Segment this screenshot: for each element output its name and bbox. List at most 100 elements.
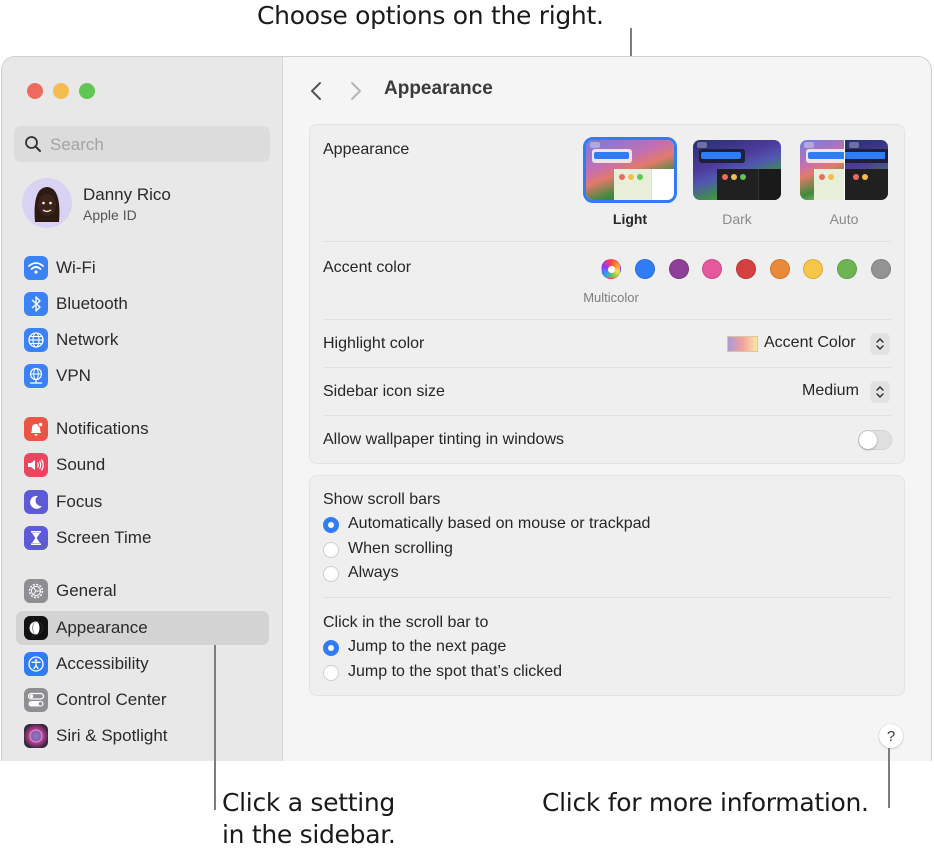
appearance-option-light[interactable] — [583, 137, 677, 203]
auto-mode-preview-icon — [800, 140, 888, 200]
leader-line-sidebar — [214, 645, 216, 810]
sidebar-item-label: General — [56, 581, 117, 600]
scroll-bar-settings-group: Show scroll bars Automatically based on … — [309, 475, 905, 696]
bell-icon — [24, 417, 48, 441]
callout-click-setting-line1: Click a setting — [222, 788, 395, 817]
user-name: Danny Rico — [83, 185, 171, 204]
radio-button[interactable] — [323, 640, 339, 656]
search-icon — [25, 136, 41, 152]
moon-icon — [24, 490, 48, 514]
accent-color-label: Accent color — [323, 259, 412, 276]
wallpaper-tinting-label: Allow wallpaper tinting in windows — [323, 431, 565, 448]
accent-swatch-red[interactable] — [736, 259, 756, 279]
toggle-knob — [859, 431, 877, 449]
sidebar-item-label: Sound — [56, 455, 106, 474]
radio-button[interactable] — [323, 665, 339, 681]
appearance-option-label: Light — [612, 211, 648, 227]
forward-button[interactable] — [345, 77, 367, 105]
memoji-icon — [34, 187, 60, 222]
accent-swatch-multicolor[interactable] — [601, 259, 621, 279]
sidebar-item-label: Focus — [56, 492, 103, 511]
sidebar-item-bluetooth[interactable]: Bluetooth — [16, 287, 269, 321]
click-scroll-bar-label: Click in the scroll bar to — [323, 614, 489, 631]
accent-swatch-graphite[interactable] — [871, 259, 891, 279]
sidebar-item-label: Bluetooth — [56, 294, 128, 313]
accent-swatch-blue[interactable] — [635, 259, 655, 279]
minimize-button[interactable] — [53, 83, 69, 99]
sidebar-icon-size-popup[interactable]: Medium — [790, 379, 893, 405]
zoom-button[interactable] — [79, 83, 95, 99]
sidebar-item-label: Appearance — [56, 618, 148, 637]
radio-button[interactable] — [323, 566, 339, 582]
avatar — [22, 178, 72, 228]
sidebar-item-control-center[interactable]: Control Center — [16, 683, 269, 717]
close-button[interactable] — [27, 83, 43, 99]
system-settings-window: Danny Rico Apple ID Wi-Fi Bluetooth Netw… — [1, 56, 932, 761]
radio-label: When scrolling — [348, 540, 453, 557]
divider — [323, 241, 891, 242]
sidebar-icon-size-label: Sidebar icon size — [323, 383, 445, 400]
light-mode-preview-icon — [586, 140, 674, 200]
sidebar-item-accessibility[interactable]: Accessibility — [16, 647, 269, 681]
sidebar-icon-size-value: Medium — [802, 382, 859, 399]
sidebar-item-sound[interactable]: Sound — [16, 448, 269, 482]
toggles-icon — [24, 688, 48, 712]
accent-swatch-yellow[interactable] — [803, 259, 823, 279]
sidebar-item-siri-spotlight[interactable]: Siri & Spotlight — [16, 719, 269, 753]
sidebar-item-general[interactable]: General — [16, 574, 269, 608]
sidebar-item-label: Wi-Fi — [56, 258, 96, 277]
up-down-chevron-icon — [870, 333, 890, 355]
sidebar-item-wifi[interactable]: Wi-Fi — [16, 251, 269, 285]
search-field[interactable] — [14, 126, 270, 164]
gear-icon — [24, 579, 48, 603]
help-button[interactable]: ? — [879, 724, 903, 748]
sidebar-item-appearance[interactable]: Appearance — [16, 611, 269, 645]
appearance-option-auto[interactable] — [800, 140, 888, 200]
highlight-color-value: Accent Color — [764, 334, 856, 351]
leader-line-help — [888, 748, 890, 808]
main-pane: Appearance Appearance Light Dark Auto Ac… — [283, 57, 931, 761]
show-scroll-bars-label: Show scroll bars — [323, 491, 441, 508]
chevron-right-icon — [351, 82, 361, 100]
search-input[interactable] — [48, 126, 262, 164]
accent-selected-label: Multicolor — [583, 290, 639, 305]
sidebar-item-label: Screen Time — [56, 528, 152, 547]
up-down-chevron-icon — [870, 381, 890, 403]
accent-swatch-pink[interactable] — [702, 259, 722, 279]
page-title: Appearance — [384, 78, 493, 99]
radio-label: Always — [348, 564, 399, 581]
highlight-color-popup[interactable]: Accent Color — [725, 331, 893, 357]
back-button[interactable] — [305, 77, 327, 105]
radio-button[interactable] — [323, 542, 339, 558]
sidebar-item-screen-time[interactable]: Screen Time — [16, 521, 269, 555]
accent-swatch-orange[interactable] — [770, 259, 790, 279]
appearance-option-label: Auto — [829, 211, 859, 227]
appearance-icon — [24, 616, 48, 640]
sidebar-item-label: Network — [56, 330, 119, 349]
apple-id-account[interactable]: Danny Rico Apple ID — [22, 178, 272, 230]
hourglass-icon — [24, 526, 48, 550]
callout-click-setting-line2: in the sidebar. — [222, 820, 396, 849]
appearance-option-label: Dark — [722, 211, 752, 227]
sidebar-item-label: Control Center — [56, 690, 167, 709]
sidebar-item-vpn[interactable]: VPN — [16, 359, 269, 393]
speaker-icon — [24, 453, 48, 477]
radio-button[interactable] — [323, 517, 339, 533]
bluetooth-icon — [24, 292, 48, 316]
wifi-icon — [24, 256, 48, 280]
appearance-option-dark[interactable] — [693, 140, 781, 200]
divider — [323, 597, 891, 598]
chevron-left-icon — [311, 82, 321, 100]
sidebar-item-focus[interactable]: Focus — [16, 485, 269, 519]
accent-swatch-purple[interactable] — [669, 259, 689, 279]
wallpaper-tinting-toggle[interactable] — [858, 430, 892, 450]
sidebar-item-label: VPN — [56, 366, 91, 385]
sidebar-item-network[interactable]: Network — [16, 323, 269, 357]
sidebar: Danny Rico Apple ID Wi-Fi Bluetooth Netw… — [2, 57, 283, 761]
sidebar-item-label: Siri & Spotlight — [56, 726, 168, 745]
accent-swatch-green[interactable] — [837, 259, 857, 279]
sidebar-item-notifications[interactable]: Notifications — [16, 412, 269, 446]
highlight-color-label: Highlight color — [323, 335, 425, 352]
radio-label: Jump to the spot that’s clicked — [348, 663, 563, 680]
divider — [323, 415, 891, 416]
